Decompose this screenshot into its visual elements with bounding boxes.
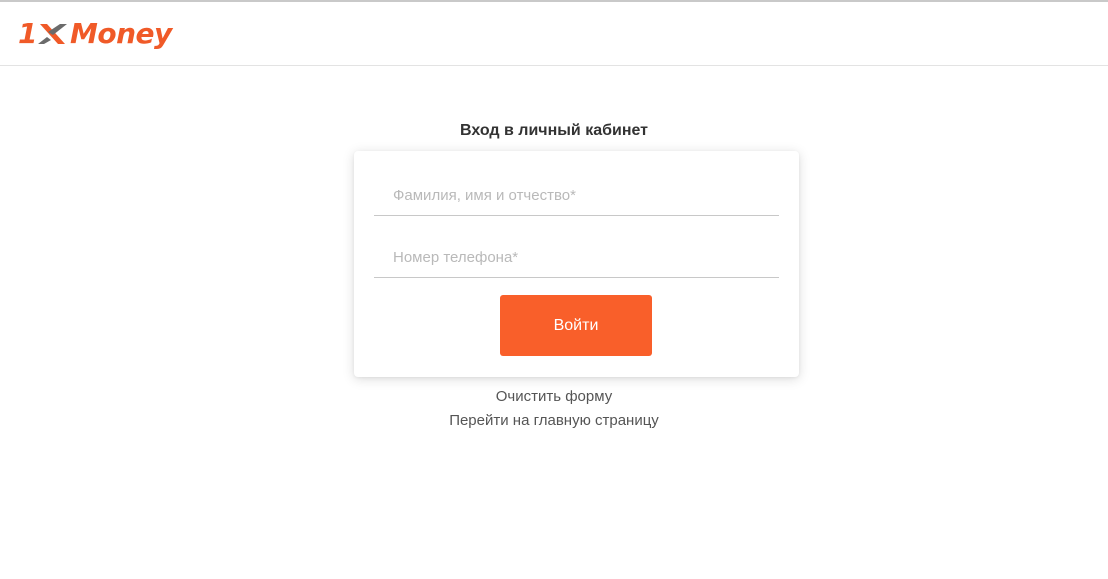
logo[interactable]: 1 Money <box>18 14 172 54</box>
page-title: Вход в личный кабинет <box>460 122 648 139</box>
login-button[interactable]: Войти <box>500 295 652 356</box>
site-header: 1 Money <box>0 0 1108 66</box>
logo-brand: Money <box>69 17 172 50</box>
logo-prefix: 1 <box>18 17 37 50</box>
full-name-input[interactable] <box>374 176 779 216</box>
logo-x-mark-icon <box>37 24 67 44</box>
go-home-link[interactable]: Перейти на главную страницу <box>0 412 1108 429</box>
login-form: Войти <box>354 151 799 377</box>
clear-form-link[interactable]: Очистить форму <box>0 388 1108 405</box>
phone-input[interactable] <box>374 238 779 278</box>
